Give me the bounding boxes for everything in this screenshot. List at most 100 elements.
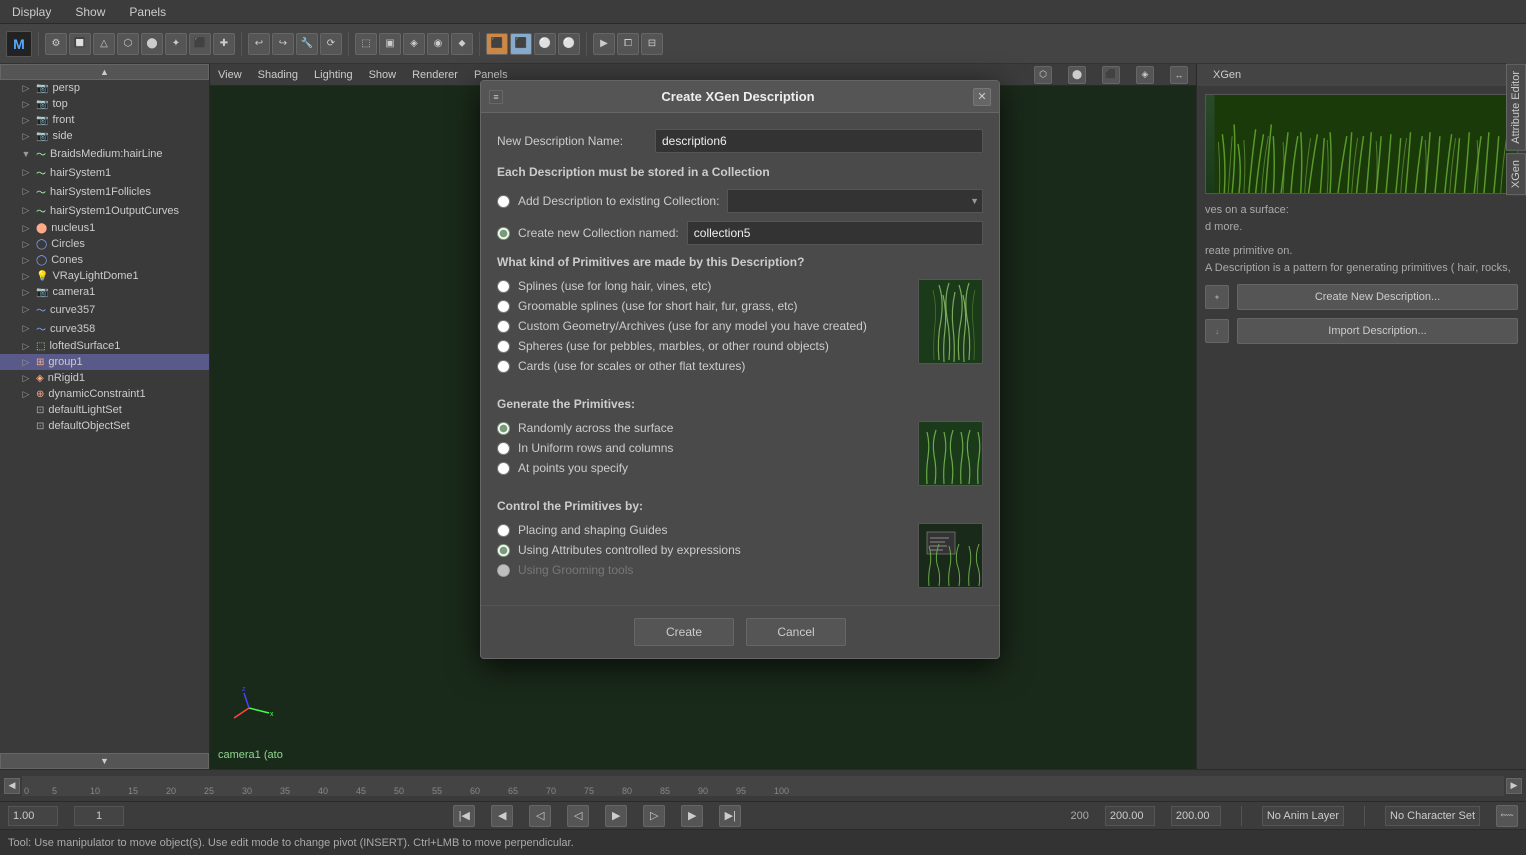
tree-item-follicles[interactable]: ▷ 〜 hairSystem1Follicles [0, 182, 209, 201]
tree-item-side[interactable]: ▷ 📷 side [0, 128, 209, 144]
viewport-menu-renderer[interactable]: Renderer [412, 69, 458, 81]
viewport-icon-5[interactable]: ↔ [1170, 66, 1188, 84]
toolbar-icon-13[interactable]: ⬚ [355, 33, 377, 55]
toolbar-icon-5[interactable]: ⬤ [141, 33, 163, 55]
toolbar-icon-23[interactable]: ⧠ [617, 33, 639, 55]
cards-radio[interactable] [497, 360, 510, 373]
tree-item-group1[interactable]: ▷ ⊞ group1 [0, 354, 209, 370]
points-radio[interactable] [497, 462, 510, 475]
anim-layer-display[interactable]: No Anim Layer [1262, 806, 1344, 826]
toolbar-icon-22[interactable]: ▶ [593, 33, 615, 55]
toolbar-icon-6[interactable]: ✦ [165, 33, 187, 55]
toolbar-icon-20[interactable]: ⚪ [534, 33, 556, 55]
tree-item-cones[interactable]: ▷ ◯ Cones [0, 252, 209, 268]
left-panel-scroll-up[interactable]: ▲ [0, 64, 209, 80]
toolbar-icon-15[interactable]: ◈ [403, 33, 425, 55]
attributes-radio[interactable] [497, 544, 510, 557]
playback-next-frame[interactable]: ▷ [643, 805, 665, 827]
tree-item-curve358[interactable]: ▷ 〜 curve358 [0, 319, 209, 338]
tree-item-lightset[interactable]: ⊡ defaultLightSet [0, 402, 209, 418]
tree-item-nucleus[interactable]: ▷ ⬤ nucleus1 [0, 220, 209, 236]
new-collection-name-input[interactable] [687, 221, 983, 245]
import-description-button[interactable]: Import Description... [1237, 318, 1518, 344]
toolbar-icon-1[interactable]: ⚙ [45, 33, 67, 55]
viewport-icon-1[interactable]: ⬡ [1034, 66, 1052, 84]
playback-play[interactable]: ◁ [567, 805, 589, 827]
viewport-icon-2[interactable]: ⬤ [1068, 66, 1086, 84]
timeline-scroll-right[interactable]: ▶ [1506, 778, 1522, 794]
add-existing-radio[interactable] [497, 195, 510, 208]
tree-item-vray[interactable]: ▷ 💡 VRayLightDome1 [0, 268, 209, 284]
tree-item-curve357[interactable]: ▷ 〜 curve357 [0, 300, 209, 319]
tree-item-front[interactable]: ▷ 📷 front [0, 112, 209, 128]
attribute-editor-tab[interactable]: Attribute Editor [1506, 64, 1526, 151]
viewport-menu-view[interactable]: View [218, 69, 242, 81]
tree-item-dynamic[interactable]: ▷ ⊕ dynamicConstraint1 [0, 386, 209, 402]
toolbar-icon-18[interactable]: ⬛ [486, 33, 508, 55]
grooming-radio[interactable] [497, 564, 510, 577]
viewport-icon-3[interactable]: ⬛ [1102, 66, 1120, 84]
timeline-ruler[interactable]: 0 5 10 15 20 25 30 35 40 45 50 55 60 65 … [22, 776, 1504, 796]
xgen-tab[interactable]: XGen [1506, 153, 1526, 195]
playback-next[interactable]: ▶ [681, 805, 703, 827]
spheres-radio[interactable] [497, 340, 510, 353]
tree-item-objset[interactable]: ⊡ defaultObjectSet [0, 418, 209, 434]
dialog-close-button[interactable]: ✕ [973, 88, 991, 106]
left-panel-scroll-down[interactable]: ▼ [0, 753, 209, 769]
tree-item-hairsys[interactable]: ▷ 〜 hairSystem1 [0, 163, 209, 182]
toolbar-icon-4[interactable]: ⬡ [117, 33, 139, 55]
frame-input[interactable] [74, 806, 124, 826]
timeline-scroll-left[interactable]: ◀ [4, 778, 20, 794]
viewport-menu-lighting[interactable]: Lighting [314, 69, 353, 81]
toolbar-icon-3[interactable]: △ [93, 33, 115, 55]
toolbar-icon-24[interactable]: ⊟ [641, 33, 663, 55]
toolbar-icon-21[interactable]: ⚪ [558, 33, 580, 55]
tree-item-top[interactable]: ▷ 📷 top [0, 96, 209, 112]
toolbar-icon-8[interactable]: ✚ [213, 33, 235, 55]
toolbar-icon-14[interactable]: ▣ [379, 33, 401, 55]
groomable-radio[interactable] [497, 300, 510, 313]
custom-radio[interactable] [497, 320, 510, 333]
playback-stop[interactable]: ▶ [605, 805, 627, 827]
playback-start[interactable]: |◀ [453, 805, 475, 827]
guides-radio[interactable] [497, 524, 510, 537]
toolbar-icon-16[interactable]: ◉ [427, 33, 449, 55]
dialog-system-btn[interactable]: ≡ [489, 90, 503, 104]
tree-item-output[interactable]: ▷ 〜 hairSystem1OutputCurves [0, 201, 209, 220]
tree-item-camera1[interactable]: ▷ 📷 camera1 [0, 284, 209, 300]
char-set-arrow[interactable]: ⬳ [1496, 805, 1518, 827]
playback-prev-frame[interactable]: ◁ [529, 805, 551, 827]
viewport-menu-shading[interactable]: Shading [258, 69, 298, 81]
toolbar-icon-17[interactable]: ⬥ [451, 33, 473, 55]
splines-radio[interactable] [497, 280, 510, 293]
menu-show[interactable]: Show [71, 3, 109, 21]
tree-item-nrigid[interactable]: ▷ ◈ nRigid1 [0, 370, 209, 386]
description-name-input[interactable] [655, 129, 983, 153]
randomly-radio[interactable] [497, 422, 510, 435]
playback-end[interactable]: ▶| [719, 805, 741, 827]
viewport-menu-show[interactable]: Show [369, 69, 397, 81]
tree-item-circles[interactable]: ▷ ◯ Circles [0, 236, 209, 252]
tree-item-lofted[interactable]: ▷ ⬚ loftedSurface1 [0, 338, 209, 354]
menu-display[interactable]: Display [8, 3, 55, 21]
viewport-icon-4[interactable]: ◈ [1136, 66, 1154, 84]
existing-collection-select[interactable] [727, 189, 983, 213]
create-button[interactable]: Create [634, 618, 734, 646]
create-new-radio[interactable] [497, 227, 510, 240]
uniform-radio[interactable] [497, 442, 510, 455]
toolbar-icon-2[interactable]: 🔲 [69, 33, 91, 55]
menu-panels[interactable]: Panels [125, 3, 170, 21]
toolbar-icon-10[interactable]: ↪ [272, 33, 294, 55]
toolbar-icon-11[interactable]: 🔧 [296, 33, 318, 55]
create-new-description-button[interactable]: Create New Description... [1237, 284, 1518, 310]
playback-prev[interactable]: ◀ [491, 805, 513, 827]
cancel-button[interactable]: Cancel [746, 618, 846, 646]
toolbar-icon-7[interactable]: ⬛ [189, 33, 211, 55]
tree-item-persp[interactable]: ▷ 📷 persp [0, 80, 209, 96]
toolbar-icon-19[interactable]: ⬛ [510, 33, 532, 55]
viewport-menu-panels[interactable]: Panels [474, 69, 508, 81]
char-set-display[interactable]: No Character Set [1385, 806, 1480, 826]
toolbar-icon-9[interactable]: ↩ [248, 33, 270, 55]
tree-item-braids[interactable]: ▼ 〜 BraidsMedium:hairLine [0, 144, 209, 163]
toolbar-icon-12[interactable]: ⟳ [320, 33, 342, 55]
